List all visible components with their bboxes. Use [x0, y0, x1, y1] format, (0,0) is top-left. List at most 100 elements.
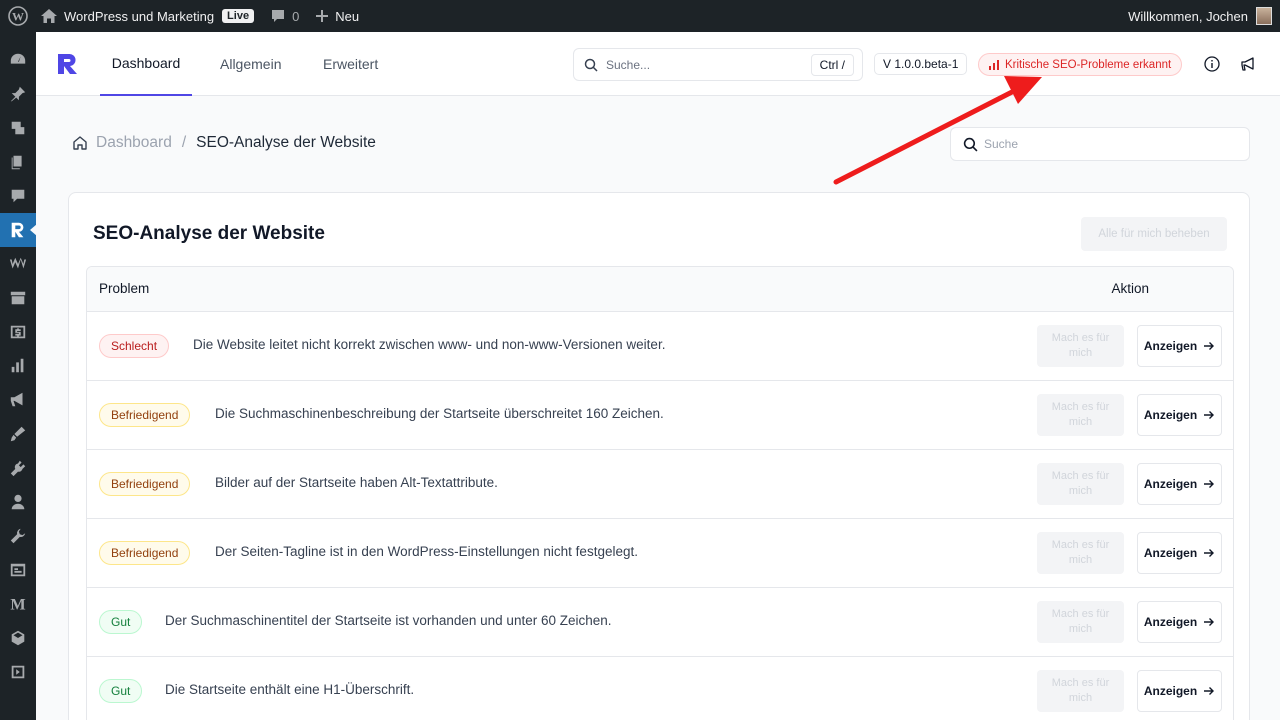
- tab-allgemein[interactable]: Allgemein: [220, 32, 281, 96]
- menu-settings[interactable]: [0, 553, 36, 587]
- tab-erweitert[interactable]: Erweitert: [323, 32, 378, 96]
- search-icon: [584, 58, 598, 72]
- menu-analytics[interactable]: [0, 349, 36, 383]
- arrow-right-icon: [1204, 480, 1215, 488]
- comment-icon: [272, 10, 285, 22]
- wp-admin-bar: W WordPress und Marketing Live 0 Neu Wil…: [0, 0, 1280, 32]
- table-row: Befriedigend Die Suchmaschinenbeschreibu…: [87, 381, 1233, 450]
- show-button-label: Anzeigen: [1143, 684, 1198, 698]
- menu-media[interactable]: [0, 111, 36, 145]
- status-badge: Gut: [99, 610, 143, 634]
- greeting-text: Willkommen, Jochen: [1128, 8, 1248, 24]
- arrow-right-icon: [1204, 618, 1215, 626]
- menu-archive[interactable]: [0, 281, 36, 315]
- fix-for-me-button[interactable]: Mach es für mich: [1037, 601, 1124, 643]
- archive-icon: [10, 291, 26, 305]
- issue-text: Der Suchmaschinentitel der Startseite is…: [165, 613, 612, 628]
- plugin-top-nav: Dashboard Allgemein Erweitert Ctrl / V 1…: [36, 32, 1280, 96]
- fix-all-button[interactable]: Alle für mich beheben: [1081, 217, 1227, 251]
- tab-dashboard[interactable]: Dashboard: [100, 32, 192, 96]
- menu-plugins[interactable]: [0, 451, 36, 485]
- menu-comments[interactable]: [0, 179, 36, 213]
- info-icon[interactable]: [1204, 56, 1220, 72]
- table-row: Befriedigend Der Seiten-Tagline ist in d…: [87, 519, 1233, 588]
- new-content-link[interactable]: Neu: [307, 0, 367, 32]
- fix-for-me-button[interactable]: Mach es für mich: [1037, 325, 1124, 367]
- live-badge: Live: [222, 9, 255, 23]
- search-shortcut: Ctrl /: [810, 54, 854, 76]
- fix-for-me-button[interactable]: Mach es für mich: [1037, 532, 1124, 574]
- issue-text: Der Seiten-Tagline ist in den WordPress-…: [215, 544, 638, 559]
- card-title: SEO-Analyse der Website: [93, 223, 325, 244]
- show-button[interactable]: Anzeigen: [1137, 394, 1222, 436]
- menu-rankmath[interactable]: [0, 213, 37, 247]
- fix-for-me-button[interactable]: Mach es für mich: [1037, 670, 1124, 712]
- status-badge: Befriedigend: [99, 472, 191, 496]
- m-icon: M: [10, 595, 25, 613]
- dollar-icon: [10, 325, 26, 339]
- menu-m[interactable]: M: [0, 587, 36, 621]
- megaphone-icon: [10, 392, 23, 407]
- status-badge: Befriedigend: [99, 541, 191, 565]
- menu-collapse[interactable]: [0, 655, 36, 689]
- breadcrumb-dashboard-link[interactable]: Dashboard: [96, 134, 172, 152]
- global-search-input[interactable]: [606, 57, 796, 72]
- status-badge: Befriedigend: [99, 403, 191, 427]
- page-search-input[interactable]: [984, 137, 1224, 151]
- box-icon: [11, 630, 25, 646]
- settings-icon: [10, 563, 26, 577]
- column-problem: Problem: [99, 281, 150, 296]
- menu-pages[interactable]: [0, 145, 36, 179]
- menu-box[interactable]: [0, 621, 36, 655]
- table-row: Gut Die Startseite enthält eine H1-Übers…: [87, 657, 1233, 720]
- show-button[interactable]: Anzeigen: [1137, 601, 1222, 643]
- comments-link[interactable]: 0: [262, 0, 307, 32]
- arrow-right-icon: [1204, 411, 1215, 419]
- svg-text:M: M: [10, 595, 25, 613]
- version-badge: V 1.0.0.beta-1: [874, 53, 968, 75]
- menu-users[interactable]: [0, 485, 36, 519]
- arrow-right-icon: [1204, 549, 1215, 557]
- issue-text: Bilder auf der Startseite haben Alt-Text…: [215, 475, 498, 490]
- menu-tools[interactable]: [0, 519, 36, 553]
- table-row: Gut Der Suchmaschinentitel der Startseit…: [87, 588, 1233, 657]
- wordpress-logo-button[interactable]: W: [0, 0, 36, 32]
- show-button[interactable]: Anzeigen: [1137, 670, 1222, 712]
- my-account[interactable]: Willkommen, Jochen: [1128, 0, 1272, 32]
- menu-dashboard[interactable]: [0, 43, 36, 77]
- menu-appearance[interactable]: [0, 417, 36, 451]
- wordpress-icon: W: [8, 6, 28, 26]
- fix-for-me-button[interactable]: Mach es für mich: [1037, 463, 1124, 505]
- announcement-icon[interactable]: [1240, 56, 1256, 72]
- comments-count: 0: [292, 8, 300, 24]
- home-icon: [41, 9, 57, 23]
- fix-for-me-button[interactable]: Mach es für mich: [1037, 394, 1124, 436]
- media-icon: [11, 121, 25, 135]
- tab-erweitert-label: Erweitert: [323, 56, 379, 72]
- menu-marketing[interactable]: [0, 383, 36, 417]
- table-row: Schlecht Die Website leitet nicht korrek…: [87, 312, 1233, 381]
- menu-payments[interactable]: [0, 315, 36, 349]
- critical-seo-alert[interactable]: Kritische SEO-Probleme erkannt: [978, 53, 1183, 76]
- site-name-label: WordPress und Marketing: [64, 8, 215, 24]
- home-icon[interactable]: [72, 135, 88, 151]
- show-button-label: Anzeigen: [1143, 546, 1198, 560]
- show-button[interactable]: Anzeigen: [1137, 532, 1222, 574]
- dashboard-icon: [10, 53, 26, 64]
- site-name-link[interactable]: WordPress und Marketing Live: [36, 0, 262, 32]
- show-button[interactable]: Anzeigen: [1137, 463, 1222, 505]
- show-button[interactable]: Anzeigen: [1137, 325, 1222, 367]
- breadcrumb-current: SEO-Analyse der Website: [196, 134, 376, 151]
- woo-icon: [9, 257, 27, 269]
- rankmath-icon: [11, 222, 24, 238]
- wp-admin-menu: M: [0, 32, 37, 720]
- page-search[interactable]: [950, 127, 1250, 161]
- menu-woocommerce[interactable]: [0, 247, 36, 281]
- table-header: Problem Aktion: [87, 267, 1233, 312]
- status-badge: Schlecht: [99, 334, 170, 358]
- status-badge: Gut: [99, 679, 143, 703]
- rankmath-logo-icon[interactable]: [56, 52, 80, 76]
- global-search[interactable]: Ctrl /: [573, 48, 863, 81]
- appearance-icon: [10, 426, 26, 442]
- menu-posts[interactable]: [0, 77, 36, 111]
